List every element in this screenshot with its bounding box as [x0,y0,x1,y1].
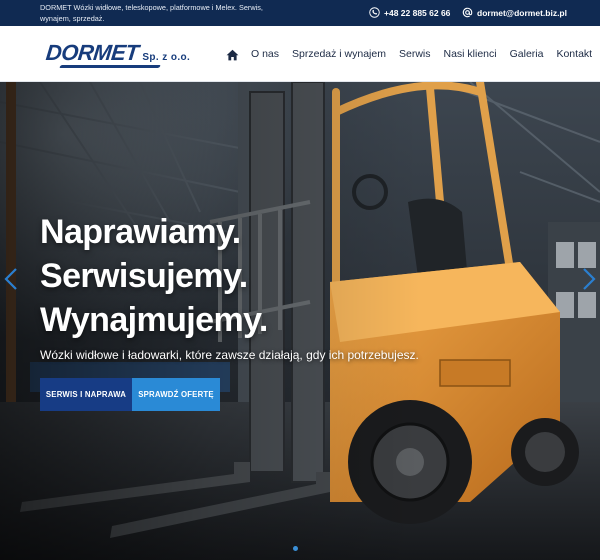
service-repair-button[interactable]: Serwis i naprawa [40,378,132,411]
logo-swoosh [59,65,161,68]
company-tagline: DORMET Wózki widłowe, teleskopowe, platf… [40,3,263,23]
phone-number: +48 22 885 62 66 [384,7,451,18]
nav-serwis[interactable]: Serwis [399,48,431,60]
email-link[interactable]: dormet@dormet.biz.pl [462,7,567,18]
logo[interactable]: DORMET Sp. z o.o. [44,40,191,68]
at-sign-icon [462,7,473,18]
email-address: dormet@dormet.biz.pl [477,7,567,18]
nav-sprzedaz-i-wynajem[interactable]: Sprzedaż i wynajem [292,48,386,60]
logo-suffix: Sp. z o.o. [142,52,191,63]
home-icon[interactable] [226,48,239,61]
top-bar: DORMET Wózki widłowe, teleskopowe, platf… [0,0,600,26]
logo-text: DORMET [44,40,140,65]
nav-galeria[interactable]: Galeria [510,48,544,60]
phone-icon [369,7,380,18]
hero-headline: Naprawiamy. Serwisujemy. Wynajmujemy. [40,210,268,342]
nav-o-nas[interactable]: O nas [251,48,279,60]
phone-link[interactable]: +48 22 885 62 66 [369,7,450,18]
chevron-right-icon[interactable] [582,268,596,290]
main-nav: O nas Sprzedaż i wynajem Serwis Nasi kli… [226,48,592,61]
nav-kontakt[interactable]: Kontakt [556,48,592,60]
chevron-left-icon[interactable] [4,268,18,290]
headline-line-3: Wynajmujemy. [40,301,268,339]
nav-nasi-klienci[interactable]: Nasi klienci [444,48,497,60]
headline-line-2: Serwisujemy. [40,257,248,295]
headline-line-1: Naprawiamy. [40,213,241,251]
site-header: DORMET Sp. z o.o. O nas Sprzedaż i wynaj… [0,26,600,82]
hero-slider: Naprawiamy. Serwisujemy. Wynajmujemy. Wó… [0,82,600,560]
hero-subtitle: Wózki widłowe i ładowarki, które zawsze … [40,348,419,362]
slider-dot-active[interactable] [293,546,298,551]
check-offer-button[interactable]: Sprawdź ofertę [132,378,220,411]
